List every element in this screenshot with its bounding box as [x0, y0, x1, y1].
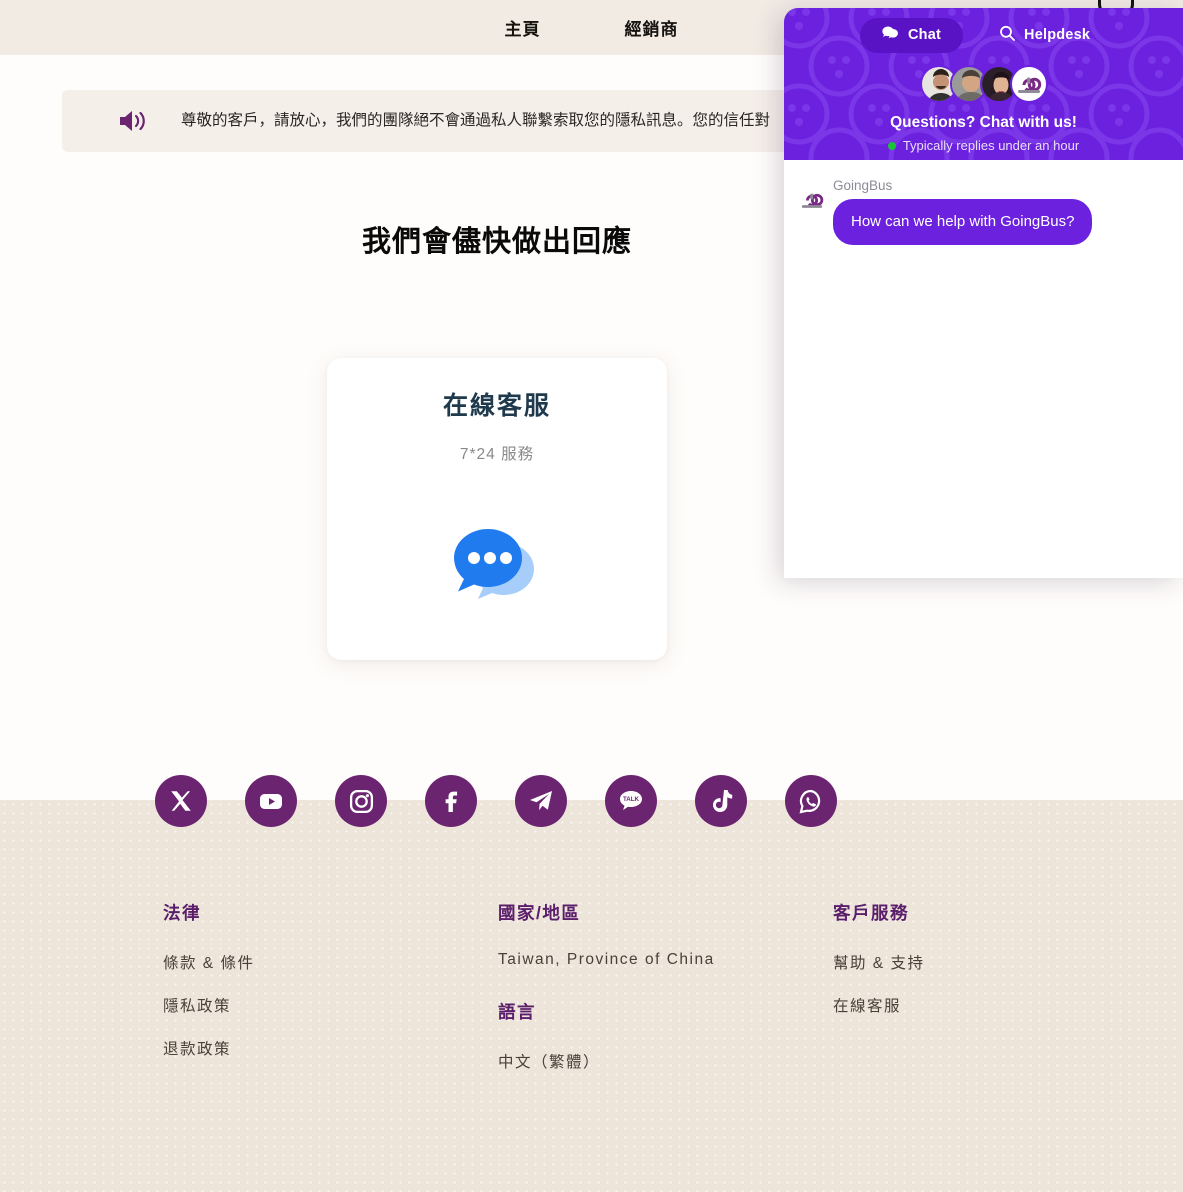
social-link-x[interactable]	[155, 775, 207, 827]
nav-item-home[interactable]: 主頁	[505, 15, 541, 40]
status-online-dot	[887, 141, 896, 150]
search-icon	[999, 25, 1015, 45]
social-links: TALK	[155, 775, 837, 827]
footer-column-legal: 法律 條款 & 條件 隱私政策 退款政策	[163, 900, 498, 1093]
facebook-icon	[437, 787, 465, 815]
site-footer: 法律 條款 & 條件 隱私政策 退款政策 國家/地區 Taiwan, Provi…	[0, 800, 1183, 1192]
svg-text:TALK: TALK	[623, 796, 640, 803]
instagram-icon	[348, 788, 375, 815]
card-title: 在線客服	[442, 392, 551, 420]
chat-message: GoingBus How can we help with GoingBus?	[800, 178, 1167, 245]
chat-message-content: GoingBus How can we help with GoingBus?	[833, 178, 1093, 245]
footer-heading-region: 國家/地區	[498, 903, 581, 923]
footer-link-refund[interactable]: 退款政策	[163, 1037, 498, 1059]
social-link-telegram[interactable]	[515, 775, 567, 827]
social-link-tiktok[interactable]	[695, 775, 747, 827]
goingbus-logo-icon	[800, 192, 824, 216]
tab-helpdesk[interactable]: Helpdesk	[977, 17, 1112, 53]
speaker-icon	[117, 108, 147, 134]
social-link-whatsapp[interactable]	[785, 775, 837, 827]
chat-headline: Questions? Chat with us!	[890, 114, 1077, 131]
nav-item-dealer[interactable]: 經銷商	[625, 15, 679, 40]
x-twitter-icon	[168, 788, 194, 814]
agent-avatars	[784, 65, 1183, 103]
chat-widget-header: Chat Helpdesk Questions? Chat with us! T…	[784, 8, 1183, 160]
notice-text: 尊敬的客戶，請放心，我們的團隊絕不會通過私人聯繫索取您的隱私訊息。您的信任對	[181, 112, 771, 130]
card-subtitle: 7*24 服務	[459, 446, 535, 463]
avatar-goingbus-logo	[1009, 65, 1048, 103]
social-link-kakaotalk[interactable]: TALK	[605, 775, 657, 827]
footer-heading-legal: 法律	[163, 903, 201, 923]
chat-bubbles-icon	[882, 26, 899, 45]
tab-chat-label: Chat	[908, 27, 942, 43]
chat-message-list: GoingBus How can we help with GoingBus?	[784, 160, 1183, 578]
youtube-icon	[257, 787, 285, 815]
tab-chat[interactable]: Chat	[860, 17, 964, 53]
card-icon-wrap	[327, 509, 667, 614]
telegram-icon	[527, 788, 555, 814]
footer-column-support: 客戶服務 幫助 & 支持 在線客服	[833, 900, 1133, 1093]
footer-link-privacy[interactable]: 隱私政策	[163, 994, 498, 1016]
chat-message-bubble[interactable]: How can we help with GoingBus?	[833, 199, 1093, 245]
chat-message-sender: GoingBus	[833, 178, 893, 193]
online-service-card[interactable]: 在線客服 7*24 服務	[327, 358, 667, 660]
footer-columns: 法律 條款 & 條件 隱私政策 退款政策 國家/地區 Taiwan, Provi…	[0, 900, 1183, 1093]
whatsapp-icon	[797, 787, 825, 815]
chat-status: Typically replies under an hour	[784, 138, 1183, 153]
social-link-instagram[interactable]	[335, 775, 387, 827]
chat-bubbles-icon	[442, 509, 552, 614]
footer-region-value[interactable]: Taiwan, Province of China	[498, 951, 833, 969]
chat-widget[interactable]: Chat Helpdesk Questions? Chat with us! T…	[784, 8, 1183, 578]
chat-status-label: Typically replies under an hour	[902, 138, 1080, 153]
footer-heading-support: 客戶服務	[833, 903, 909, 923]
footer-link-livechat[interactable]: 在線客服	[833, 994, 1133, 1016]
kakaotalk-icon: TALK	[616, 786, 646, 816]
footer-column-region: 國家/地區 Taiwan, Province of China 語言 中文（繁體…	[498, 900, 833, 1093]
footer-link-help[interactable]: 幫助 & 支持	[833, 951, 1133, 973]
footer-language-value[interactable]: 中文（繁體）	[498, 1050, 833, 1072]
social-link-youtube[interactable]	[245, 775, 297, 827]
chat-widget-tabs: Chat Helpdesk	[784, 8, 1183, 53]
social-link-facebook[interactable]	[425, 775, 477, 827]
footer-link-terms[interactable]: 條款 & 條件	[163, 951, 498, 973]
tab-helpdesk-label: Helpdesk	[1024, 27, 1091, 43]
footer-heading-language: 語言	[498, 1002, 536, 1022]
tiktok-icon	[708, 787, 734, 815]
